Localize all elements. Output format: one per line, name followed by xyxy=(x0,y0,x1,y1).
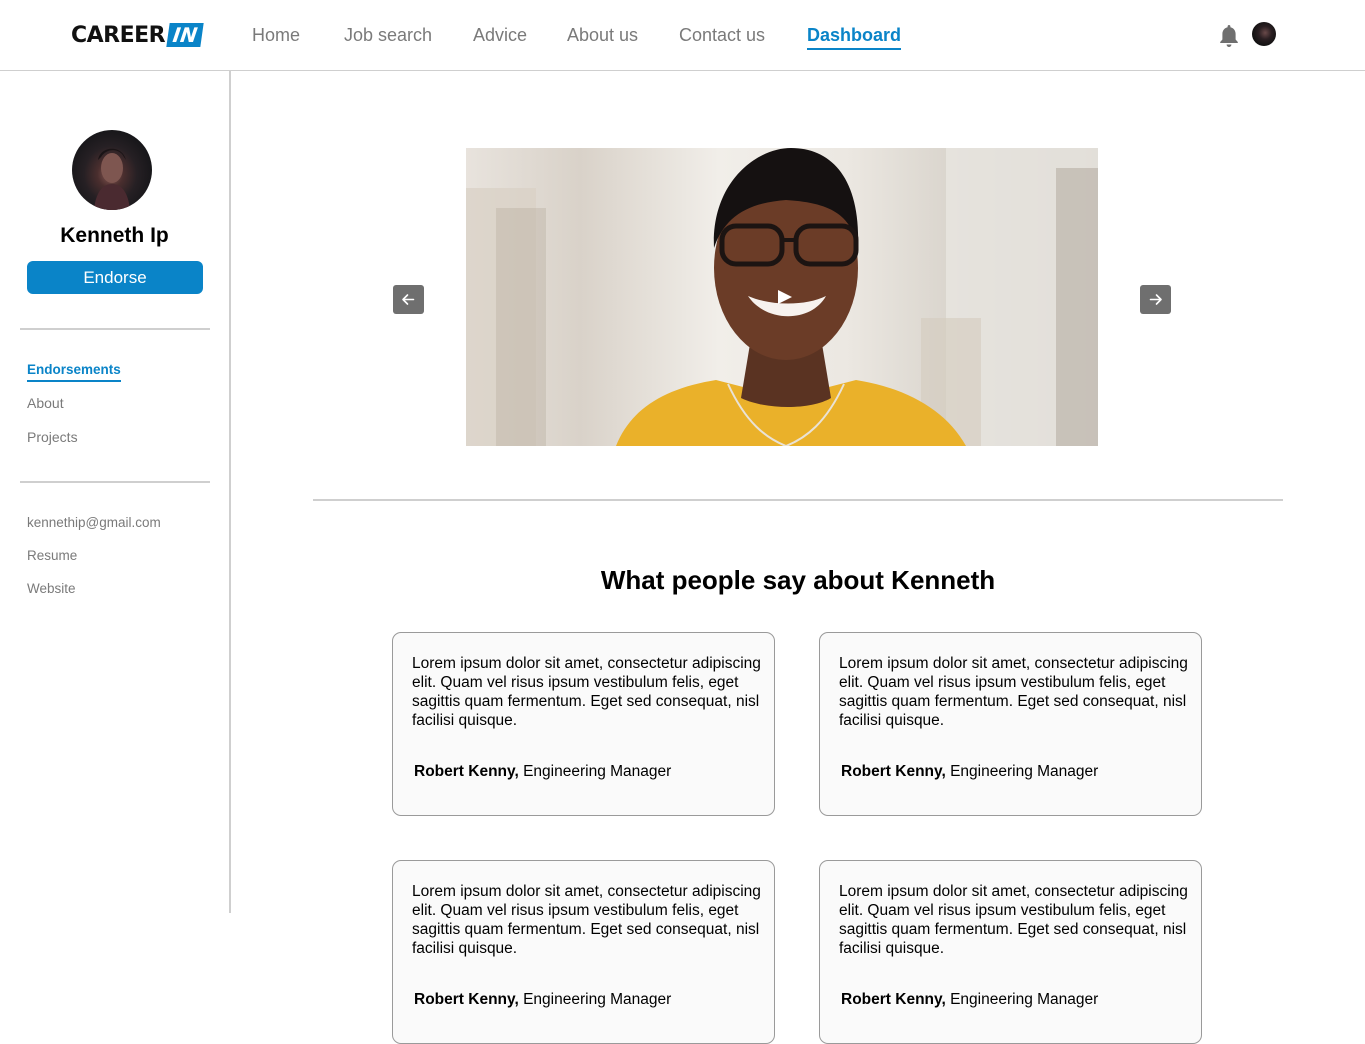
testimonial-text: Lorem ipsum dolor sit amet, consectetur … xyxy=(412,655,761,729)
testimonials-title: What people say about Kenneth xyxy=(600,565,996,595)
video-thumbnail xyxy=(466,148,1098,446)
careerin-logo[interactable]: CAREER IN xyxy=(71,22,204,48)
arrow-right-icon xyxy=(1149,294,1162,305)
testimonial-card: Lorem ipsum dolor sit amet, consectetur … xyxy=(819,860,1202,1044)
email-link[interactable]: kennethip@gmail.com xyxy=(27,515,161,530)
nav-contact-us[interactable]: Contact us xyxy=(679,24,765,46)
top-navbar: CAREER IN Home Job search Advice About u… xyxy=(0,0,1365,71)
profile-sidebar: Kenneth Ip Endorse Endorsements About Pr… xyxy=(0,71,231,913)
nav-advice[interactable]: Advice xyxy=(473,24,527,46)
bell-icon[interactable] xyxy=(1218,23,1240,49)
sidebar-item-about[interactable]: About xyxy=(27,395,64,411)
divider xyxy=(20,481,210,483)
nav-home[interactable]: Home xyxy=(252,24,300,46)
logo-wordmark: CAREER xyxy=(71,22,166,48)
author-role: Engineering Manager xyxy=(950,991,1099,1008)
sidebar-item-projects[interactable]: Projects xyxy=(27,429,78,445)
nav-about-us[interactable]: About us xyxy=(567,24,638,46)
testimonial-card: Lorem ipsum dolor sit amet, consectetur … xyxy=(819,632,1202,816)
website-link[interactable]: Website xyxy=(27,581,76,596)
testimonial-text: Lorem ipsum dolor sit amet, consectetur … xyxy=(412,883,761,957)
testimonial-author: Robert Kenny, Engineering Manager xyxy=(414,763,671,781)
divider xyxy=(313,499,1283,501)
testimonial-text: Lorem ipsum dolor sit amet, consectetur … xyxy=(839,883,1188,957)
profile-name: Kenneth Ip xyxy=(60,224,169,247)
author-role: Engineering Manager xyxy=(523,763,672,780)
carousel-prev-button[interactable] xyxy=(393,285,424,314)
divider xyxy=(20,328,210,330)
author-role: Engineering Manager xyxy=(523,991,672,1008)
testimonial-author: Robert Kenny, Engineering Manager xyxy=(414,991,671,1009)
profile-avatar xyxy=(72,130,152,210)
arrow-left-icon xyxy=(402,294,415,305)
testimonial-card: Lorem ipsum dolor sit amet, consectetur … xyxy=(392,860,775,1044)
endorse-button[interactable]: Endorse xyxy=(27,261,203,294)
testimonial-text: Lorem ipsum dolor sit amet, consectetur … xyxy=(839,655,1188,729)
author-role: Engineering Manager xyxy=(950,763,1099,780)
logo-badge: IN xyxy=(166,23,204,47)
testimonial-card: Lorem ipsum dolor sit amet, consectetur … xyxy=(392,632,775,816)
author-name: Robert Kenny, xyxy=(414,763,519,780)
nav-dashboard[interactable]: Dashboard xyxy=(807,24,902,50)
testimonial-author: Robert Kenny, Engineering Manager xyxy=(841,991,1098,1009)
sidebar-item-endorsements[interactable]: Endorsements xyxy=(27,362,121,382)
author-name: Robert Kenny, xyxy=(414,991,519,1008)
resume-link[interactable]: Resume xyxy=(27,548,77,563)
nav-job-search[interactable]: Job search xyxy=(344,24,432,46)
video-player[interactable] xyxy=(466,148,1098,446)
testimonial-author: Robert Kenny, Engineering Manager xyxy=(841,763,1098,781)
user-avatar[interactable] xyxy=(1252,22,1276,46)
carousel-next-button[interactable] xyxy=(1140,285,1171,314)
author-name: Robert Kenny, xyxy=(841,763,946,780)
author-name: Robert Kenny, xyxy=(841,991,946,1008)
